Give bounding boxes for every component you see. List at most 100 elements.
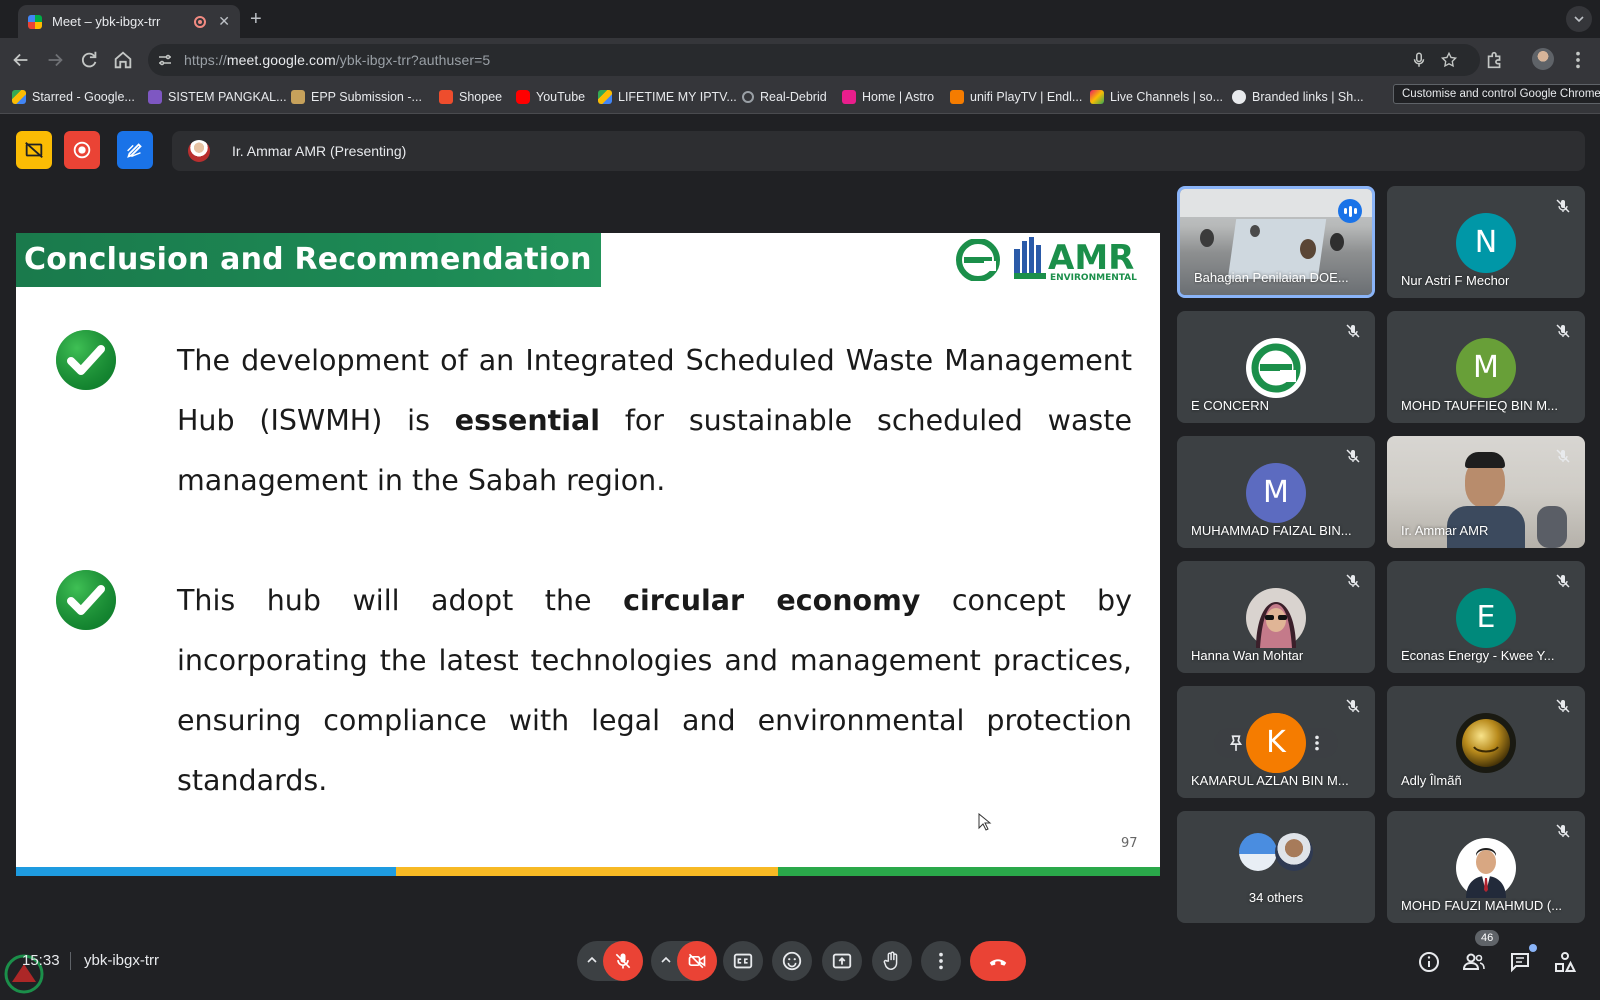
camera-toggle-button[interactable] bbox=[677, 941, 717, 981]
bullet-text: This hub will adopt the circular economy… bbox=[177, 584, 1132, 797]
url-text: https://meet.google.com/ybk-ibgx-trr?aut… bbox=[184, 52, 491, 68]
participant-tile[interactable]: Hanna Wan Mohtar bbox=[1177, 561, 1375, 673]
mic-off-icon bbox=[1556, 324, 1570, 338]
forward-button[interactable] bbox=[44, 49, 66, 71]
participant-avatar: N bbox=[1456, 213, 1516, 273]
participant-tile[interactable]: M MUHAMMAD FAIZAL BIN... bbox=[1177, 436, 1375, 548]
reactions-button[interactable] bbox=[772, 941, 812, 981]
annotate-button[interactable] bbox=[117, 131, 153, 169]
browser-tab[interactable]: Meet – ybk-ibgx-trr ✕ bbox=[18, 5, 240, 38]
participant-tile[interactable]: K K KAMARUL AZLAN BIN M... bbox=[1177, 686, 1375, 798]
more-options-button[interactable] bbox=[921, 941, 961, 981]
close-tab-icon[interactable]: ✕ bbox=[218, 13, 230, 30]
chevron-down-icon bbox=[1574, 16, 1584, 23]
kebab-menu-icon bbox=[1576, 51, 1580, 69]
presentation-slide: Conclusion and Recommendation AMR ENVIRO… bbox=[16, 233, 1160, 876]
back-button[interactable] bbox=[10, 49, 32, 71]
participant-tile[interactable]: N Nur Astri F Mechor bbox=[1387, 186, 1585, 298]
chevron-up-icon[interactable] bbox=[659, 953, 673, 967]
raise-hand-button[interactable] bbox=[872, 941, 912, 981]
emoji-icon bbox=[782, 951, 802, 971]
captions-off-button[interactable] bbox=[16, 131, 52, 169]
svg-text:AMR: AMR bbox=[1048, 238, 1134, 278]
mic-toggle-button[interactable] bbox=[603, 941, 643, 981]
bookmark-item[interactable]: YouTube bbox=[516, 90, 585, 104]
chat-notification-dot bbox=[1529, 944, 1537, 952]
people-icon[interactable] bbox=[1462, 950, 1486, 974]
reload-icon bbox=[81, 51, 97, 68]
recording-indicator-icon bbox=[194, 15, 207, 28]
list-icon bbox=[148, 90, 162, 104]
bookmark-item[interactable]: Branded links | Sh... bbox=[1232, 90, 1364, 104]
captions-button[interactable] bbox=[723, 941, 763, 981]
green-check-icon bbox=[56, 330, 116, 390]
home-button[interactable] bbox=[112, 49, 134, 71]
leave-call-button[interactable] bbox=[970, 941, 1026, 981]
chat-icon[interactable] bbox=[1508, 950, 1532, 974]
shopee-icon bbox=[439, 90, 453, 104]
others-tile[interactable]: 34 others bbox=[1177, 811, 1375, 923]
participant-tile[interactable]: MOHD FAUZI MAHMUD (... bbox=[1387, 811, 1585, 923]
slide-title: Conclusion and Recommendation bbox=[16, 233, 601, 287]
real-debrid-icon bbox=[742, 91, 754, 103]
bookmark-item[interactable]: SISTEM PANGKAL... bbox=[148, 90, 287, 104]
bookmark-item[interactable]: LIFETIME MY IPTV... bbox=[598, 90, 737, 104]
svg-text:ENVIRONMENTAL: ENVIRONMENTAL bbox=[1050, 273, 1137, 283]
activities-icon[interactable] bbox=[1553, 950, 1577, 974]
present-button[interactable] bbox=[822, 941, 862, 981]
address-bar[interactable]: https://meet.google.com/ybk-ibgx-trr?aut… bbox=[148, 44, 1480, 76]
pin-icon[interactable] bbox=[1227, 734, 1245, 752]
extensions-button[interactable] bbox=[1484, 49, 1506, 71]
google-drive-icon bbox=[12, 90, 26, 104]
meeting-details-icon[interactable] bbox=[1417, 950, 1441, 974]
tab-title: Meet – ybk-ibgx-trr bbox=[52, 14, 161, 29]
mic-off-icon bbox=[1556, 574, 1570, 588]
microphone-icon[interactable] bbox=[1410, 51, 1428, 69]
participant-name: KAMARUL AZLAN BIN M... bbox=[1191, 773, 1349, 788]
youtube-icon bbox=[516, 90, 530, 104]
participant-tile[interactable]: E CONCERN bbox=[1177, 311, 1375, 423]
chevron-up-icon[interactable] bbox=[585, 953, 599, 967]
mouse-cursor-icon bbox=[978, 813, 992, 831]
chrome-menu-button[interactable] bbox=[1567, 49, 1589, 71]
participant-tile[interactable]: E Econas Energy - Kwee Y... bbox=[1387, 561, 1585, 673]
recording-button[interactable] bbox=[64, 131, 100, 169]
participant-tile[interactable]: Adly Îlmãñ bbox=[1387, 686, 1585, 798]
microphone-control bbox=[577, 941, 643, 981]
kebab-menu-icon bbox=[939, 952, 943, 970]
record-icon bbox=[73, 141, 91, 159]
participant-avatar: M bbox=[1246, 463, 1306, 523]
browser-tab-strip: Meet – ybk-ibgx-trr ✕ + bbox=[0, 0, 1600, 38]
participant-tile[interactable]: M MOHD TAUFFIEQ BIN M... bbox=[1387, 311, 1585, 423]
participant-photo bbox=[1456, 713, 1516, 773]
home-icon bbox=[114, 51, 132, 69]
bookmark-item[interactable]: Starred - Google... bbox=[12, 90, 135, 104]
profile-avatar[interactable] bbox=[1532, 48, 1554, 70]
bookmark-item[interactable]: Real-Debrid bbox=[742, 90, 827, 104]
participant-name: MOHD FAUZI MAHMUD (... bbox=[1401, 898, 1563, 913]
participant-tile[interactable]: Ir. Ammar AMR bbox=[1387, 436, 1585, 548]
bookmark-star-icon[interactable] bbox=[1440, 51, 1458, 69]
mic-off-icon bbox=[615, 953, 631, 969]
bookmark-item[interactable]: unifi PlayTV | Endl... bbox=[950, 90, 1082, 104]
presenting-banner: Ir. Ammar AMR (Presenting) bbox=[172, 131, 1585, 171]
bullet-text: The development of an Integrated Schedul… bbox=[177, 344, 1132, 497]
speaking-indicator-icon bbox=[1338, 199, 1362, 223]
footer-stripe-yellow bbox=[396, 867, 778, 876]
reload-button[interactable] bbox=[78, 49, 100, 71]
bookmark-item[interactable]: Live Channels | so... bbox=[1090, 90, 1223, 104]
new-tab-button[interactable]: + bbox=[250, 8, 262, 31]
camera-control bbox=[651, 941, 717, 981]
bookmark-item[interactable]: EPP Submission -... bbox=[291, 90, 422, 104]
site-settings-icon[interactable] bbox=[156, 51, 174, 69]
bookmark-item[interactable]: Shopee bbox=[439, 90, 502, 104]
participant-name: Ir. Ammar AMR bbox=[1401, 523, 1489, 538]
hang-up-icon bbox=[989, 959, 1007, 966]
tab-search-button[interactable] bbox=[1566, 6, 1592, 32]
participant-name: E CONCERN bbox=[1191, 398, 1270, 413]
bookmark-item[interactable]: Home | Astro bbox=[842, 90, 934, 104]
meeting-code: ybk-ibgx-trr bbox=[84, 952, 160, 969]
more-options-icon[interactable] bbox=[1308, 734, 1326, 752]
participant-tile[interactable]: Bahagian Penilaian DOE... bbox=[1177, 186, 1375, 298]
participant-name: MUHAMMAD FAIZAL BIN... bbox=[1191, 523, 1352, 538]
